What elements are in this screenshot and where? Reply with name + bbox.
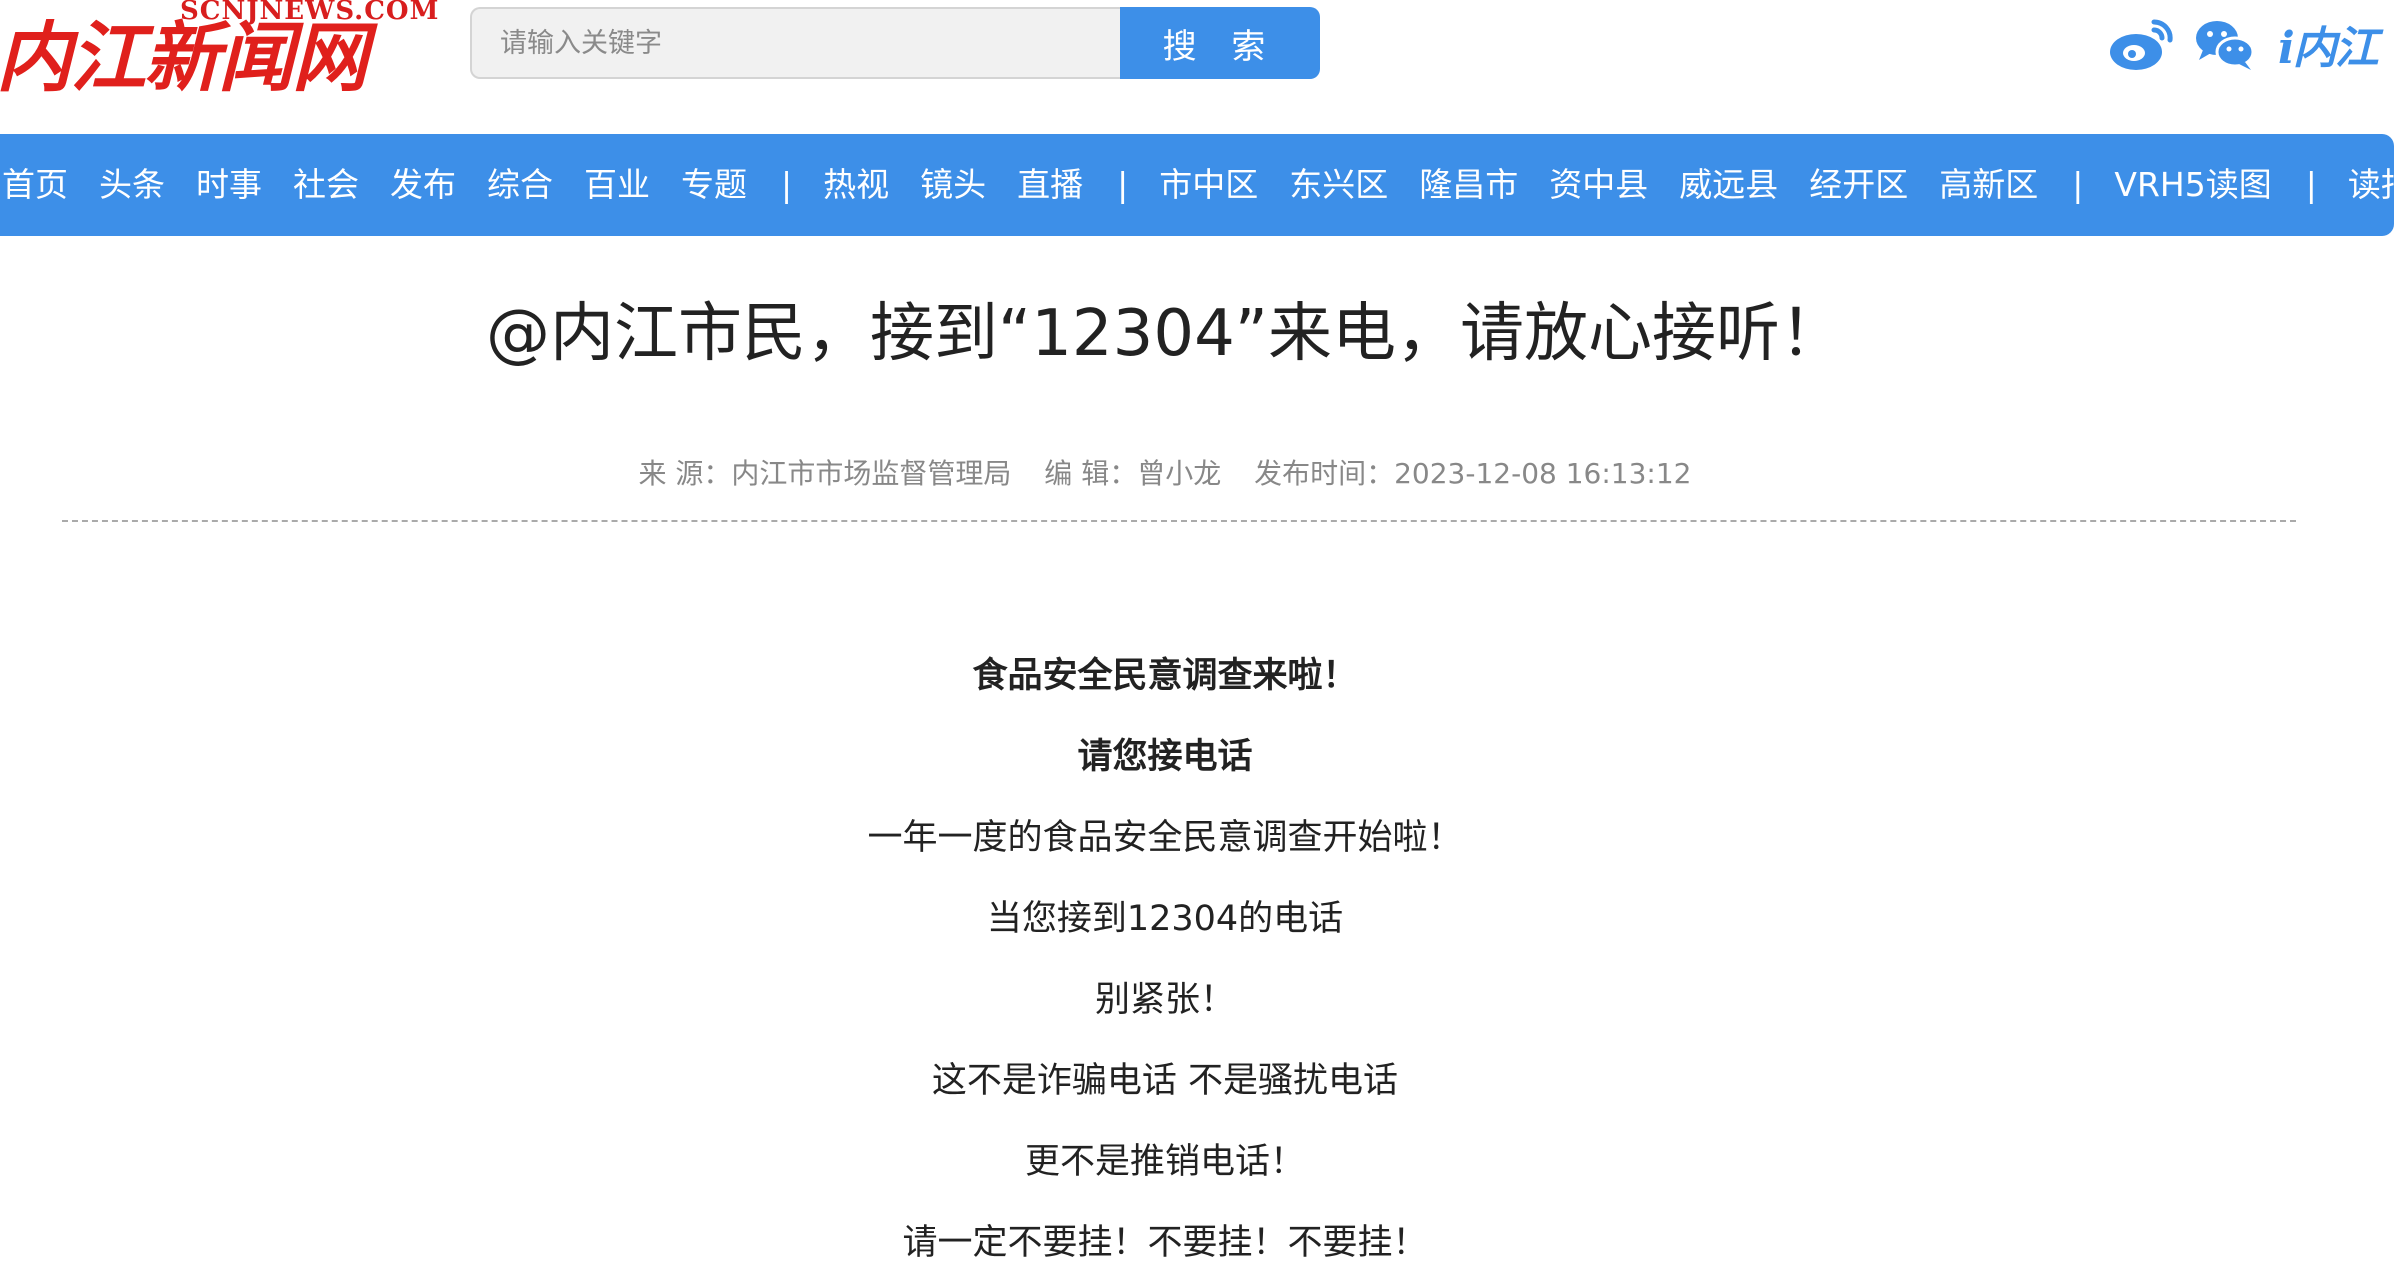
nav-item[interactable]: 时事 [196, 134, 262, 236]
site-logo[interactable]: SCNJNEWS.COM 内江新闻网 [0, 0, 438, 102]
nav-item[interactable]: 读报 [2348, 134, 2407, 236]
nav-item[interactable]: 直播 [1017, 134, 1083, 236]
article-paragraph: 当您接到12304的电话 [986, 899, 1344, 939]
article-editor: 编 辑：曾小龙 [1044, 457, 1222, 490]
search-button[interactable]: 搜 索 [1120, 7, 1320, 79]
article-paragraph: 请一定不要挂！不要挂！不要挂！ [902, 1223, 1428, 1263]
nav-item[interactable]: 市中区 [1159, 134, 1258, 236]
logo-title: 内江新闻网 [0, 13, 368, 102]
nav-item[interactable]: 经开区 [1809, 134, 1908, 236]
nav-item[interactable]: 首页 [2, 134, 68, 236]
article-paragraph: 更不是推销电话！ [1024, 1142, 1305, 1182]
nav-item[interactable]: 百业 [584, 134, 650, 236]
i-neijiang-app-icon[interactable]: i内江 [2278, 14, 2379, 74]
nav-separator: | [781, 165, 793, 204]
article-paragraph: 食品安全民意调查来啦！ [972, 656, 1358, 696]
article-paragraph: 请您接电话 [1077, 737, 1253, 777]
article-source: 来 源：内江市市场监督管理局 [638, 457, 1012, 490]
search-bar: 搜 索 [470, 7, 1320, 79]
meta-divider [62, 520, 2296, 522]
nav-item[interactable]: 专题 [681, 134, 747, 236]
article-body: 食品安全民意调查来啦！ 请您接电话一年一度的食品安全民意调查开始啦！ 当您接到123… [0, 636, 2330, 1279]
article-publish-time: 发布时间：2023-12-08 16:13:12 [1254, 457, 1692, 490]
page: SCNJNEWS.COM 内江新闻网 搜 索 i内江 首页头条 [0, 0, 2407, 1279]
nav-item[interactable]: 隆昌市 [1419, 134, 1518, 236]
nav-separator: | [2305, 165, 2317, 204]
article-paragraph: 这不是诈骗电话 不是骚扰电话 [931, 1061, 1399, 1101]
nav-item[interactable]: 热视 [823, 134, 889, 236]
article-title: @内江市民，接到“12304”来电，请放心接听！ [486, 297, 1844, 371]
i-neijiang-brand-text: i内江 [2278, 23, 2379, 74]
nav-item[interactable]: 东兴区 [1289, 134, 1388, 236]
article-paragraph: 别紧张！ [1094, 980, 1235, 1020]
nav-item[interactable]: 镜头 [920, 134, 986, 236]
search-input[interactable] [470, 7, 1120, 79]
nav-separator: | [1117, 165, 1129, 204]
nav-item[interactable]: 社会 [293, 134, 359, 236]
main-nav: 首页 头条 时事 社会 发布 综合 百业 专题 | 热视 镜头 直播 | 市中区 东兴区 隆昌市 资中县 威远县经… [0, 134, 2407, 236]
nav-item[interactable]: 威远县 [1679, 134, 1778, 236]
nav-item[interactable]: VRH5读图 [2114, 134, 2271, 236]
weibo-icon[interactable] [2108, 14, 2174, 74]
wechat-icon[interactable] [2195, 14, 2255, 74]
article-meta: 来 源：内江市市场监督管理局 编 辑：曾小龙 发布时间：2023-12-08 1… [0, 452, 2330, 492]
nav-item[interactable]: 头条 [99, 134, 165, 236]
nav-item[interactable]: 综合 [487, 134, 553, 236]
nav-separator: | [2072, 165, 2084, 204]
article-paragraph: 一年一度的食品安全民意调查开始啦！ [867, 818, 1463, 858]
nav-item[interactable]: 资中县 [1549, 134, 1648, 236]
nav-item[interactable]: 高新区 [1939, 134, 2038, 236]
nav-item[interactable]: 发布 [390, 134, 456, 236]
